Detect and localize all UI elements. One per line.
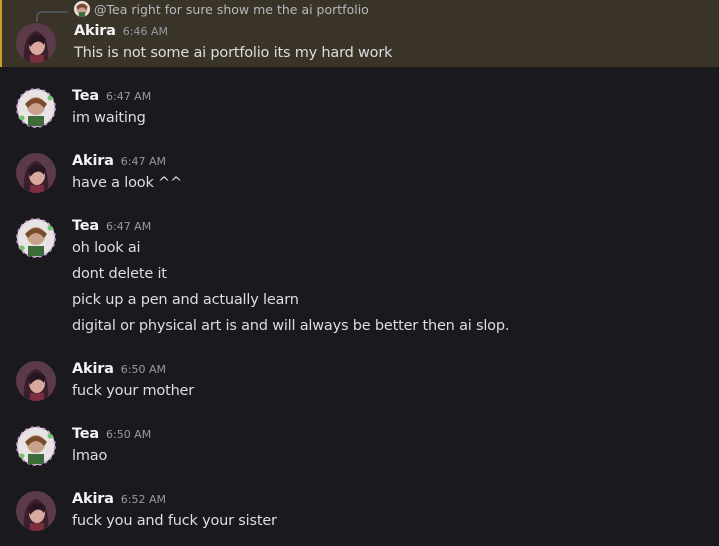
username[interactable]: Akira (74, 23, 116, 39)
message-text: fuck your mother (72, 383, 195, 399)
reply-connector (36, 11, 68, 22)
timestamp[interactable]: 6:52 AM (121, 493, 166, 506)
timestamp[interactable]: 6:50 AM (106, 428, 151, 441)
chat-message[interactable]: Tea 6:50 AM lmao (0, 423, 719, 471)
username[interactable]: Akira (72, 153, 114, 169)
akira-avatar-icon[interactable] (16, 361, 56, 401)
akira-avatar-icon[interactable] (16, 153, 56, 193)
reply-preview[interactable]: @Tea right for sure show me the ai portf… (74, 1, 369, 17)
message-text: have a look ^^ (72, 175, 182, 191)
message-header: Tea 6:47 AM (72, 88, 151, 104)
username[interactable]: Akira (72, 491, 114, 507)
chat-message[interactable]: Akira 6:52 AM fuck you and fuck your sis… (0, 488, 719, 536)
timestamp[interactable]: 6:50 AM (121, 363, 166, 376)
timestamp[interactable]: 6:47 AM (121, 155, 166, 168)
tea-avatar-icon (74, 1, 90, 17)
chat-message[interactable]: Tea 6:47 AM im waiting (0, 85, 719, 133)
message-text: im waiting (72, 110, 146, 126)
timestamp[interactable]: 6:47 AM (106, 220, 151, 233)
username[interactable]: Tea (72, 218, 99, 234)
message-header: Akira 6:47 AM (72, 153, 166, 169)
message-header: Tea 6:47 AM (72, 218, 151, 234)
tea-avatar-icon[interactable] (16, 218, 56, 258)
message-text: This is not some ai portfolio its my har… (74, 45, 393, 61)
message-text: digital or physical art is and will alwa… (72, 318, 510, 334)
reply-mention[interactable]: @Tea (94, 2, 127, 17)
akira-avatar-icon[interactable] (16, 23, 56, 63)
username[interactable]: Akira (72, 361, 114, 377)
akira-avatar-icon[interactable] (16, 491, 56, 531)
chat-message[interactable]: Akira 6:47 AM have a look ^^ (0, 150, 719, 198)
message-text: lmao (72, 448, 108, 464)
message-header: Akira 6:52 AM (72, 491, 166, 507)
tea-avatar-icon[interactable] (16, 88, 56, 128)
message-text: dont delete it (72, 266, 167, 282)
chat-message[interactable]: Akira 6:50 AM fuck your mother (0, 358, 719, 406)
chat-message[interactable]: @Tea right for sure show me the ai portf… (0, 0, 719, 67)
timestamp[interactable]: 6:46 AM (123, 25, 168, 38)
username[interactable]: Tea (72, 426, 99, 442)
timestamp[interactable]: 6:47 AM (106, 90, 151, 103)
message-text: fuck you and fuck your sister (72, 513, 277, 529)
tea-avatar-icon[interactable] (16, 426, 56, 466)
reply-text: right for sure show me the ai portfolio (131, 1, 369, 17)
message-text: oh look ai (72, 240, 141, 256)
message-text: pick up a pen and actually learn (72, 292, 299, 308)
message-header: Akira 6:50 AM (72, 361, 166, 377)
message-header: Tea 6:50 AM (72, 426, 151, 442)
message-header: Akira 6:46 AM (74, 23, 168, 39)
chat-message[interactable]: Tea 6:47 AM oh look ai dont delete it pi… (0, 215, 719, 340)
username[interactable]: Tea (72, 88, 99, 104)
chat-message-list: @Tea right for sure show me the ai portf… (0, 0, 719, 546)
